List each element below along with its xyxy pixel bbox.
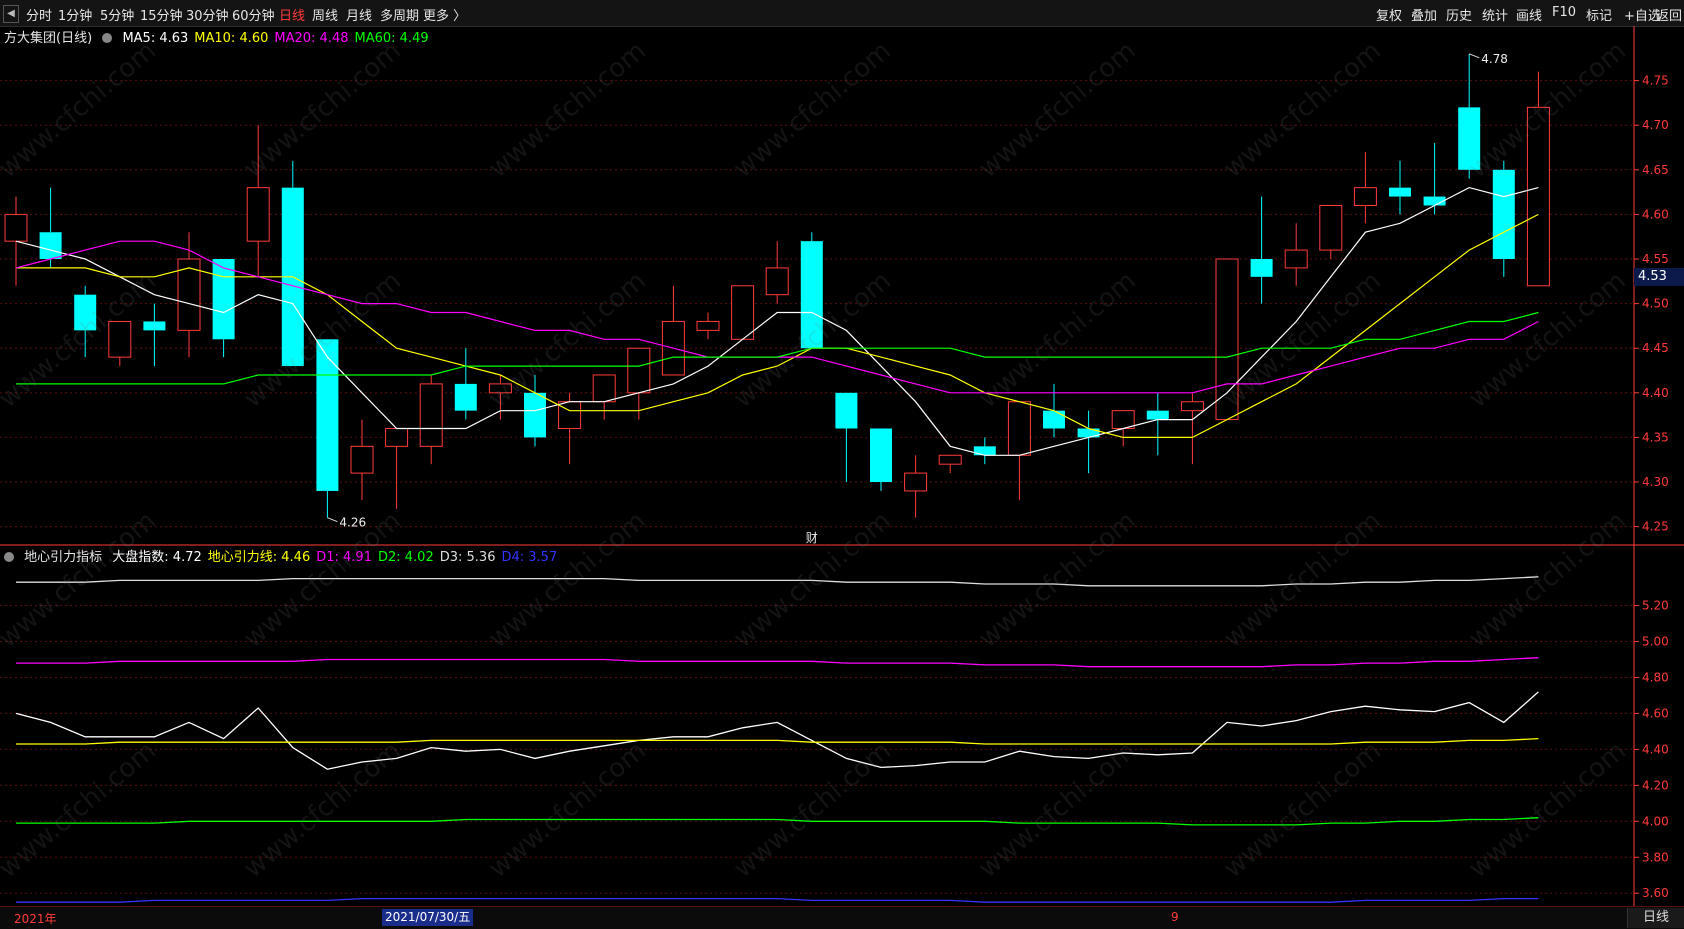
main-legend: 方大集团(日线) MA5: 4.63 MA10: 4.60 MA20: 4.48 MA… (4, 27, 435, 46)
tool-button[interactable]: F10 (1552, 5, 1576, 20)
legend-item: D3: 5.36 (439, 550, 496, 565)
legend-item: 地心引力线: 4.46 (207, 550, 311, 565)
tool-button[interactable]: 叠加 (1411, 5, 1437, 24)
settings-dot-icon[interactable] (4, 552, 14, 562)
y-tick-label: 4.25 (1642, 520, 1669, 534)
period-tab[interactable]: 多周期 (380, 5, 419, 24)
candle-body (1353, 187, 1377, 206)
candle-body (1007, 401, 1031, 456)
candle-body (592, 374, 616, 403)
period-tab[interactable]: 5分钟 (100, 5, 134, 24)
indicator-line (16, 737, 1539, 745)
y-tick-label: 4.45 (1642, 341, 1669, 355)
candle-body (1180, 401, 1204, 412)
cursor-date-label: 2021/07/30/五 (382, 909, 474, 926)
candle-body (39, 232, 62, 260)
annotation-leader (327, 517, 338, 523)
candle-body (1284, 249, 1308, 269)
period-tab[interactable]: 1分钟 (58, 5, 92, 24)
candle-body (350, 445, 374, 474)
legend-item: D4: 3.57 (501, 550, 558, 565)
y-tick-label: 4.40 (1642, 742, 1669, 756)
indicator-line (16, 657, 1539, 668)
candle-body (316, 339, 339, 491)
y-tick-label: 4.60 (1642, 207, 1669, 221)
y-tick-label: 4.65 (1642, 163, 1669, 177)
y-tick-label: 4.75 (1642, 74, 1669, 88)
candle-body (1250, 259, 1273, 277)
y-tick-label: 4.50 (1642, 297, 1669, 311)
y-tick-label: 5.20 (1642, 599, 1669, 613)
tool-button[interactable]: 画线 (1516, 5, 1542, 24)
settings-dot-icon[interactable] (102, 33, 113, 43)
period-tab[interactable]: 更多 〉 (423, 5, 466, 24)
current-price-tag: 4.53 (1634, 267, 1684, 286)
y-tick-label: 3.80 (1642, 850, 1669, 864)
indicator-line (16, 897, 1539, 903)
candle-body (731, 285, 755, 340)
tool-button[interactable]: 返回 (1656, 5, 1682, 24)
y-tick-label: 4.30 (1642, 475, 1669, 489)
candle-body (1077, 428, 1100, 438)
y-tick-label: 4.80 (1642, 670, 1669, 684)
candle-body (212, 259, 235, 340)
candle-body (765, 267, 789, 296)
candle-body (904, 472, 928, 492)
annotation-leader (1469, 53, 1480, 59)
period-toolbar: ◀ 分时 1分钟 5分钟 15分钟 30分钟 60分钟 日线 周线 月线 多周期 更多 〉 复权 叠加… (0, 0, 1684, 27)
candle-body (1319, 204, 1343, 251)
candle-body (1389, 187, 1411, 197)
candle-body (143, 321, 166, 331)
year-label: 2021年 (14, 912, 57, 926)
y-tick-label: 5.00 (1642, 635, 1669, 649)
y-tick-label: 3.60 (1642, 886, 1669, 900)
candle-body (524, 392, 546, 438)
candle-body (835, 392, 858, 429)
candle-body (1043, 410, 1065, 429)
period-tab[interactable]: 月线 (346, 5, 372, 24)
y-tick-label: 4.35 (1642, 430, 1669, 444)
tool-button[interactable]: 复权 (1376, 5, 1402, 24)
y-tick-label: 4.20 (1642, 778, 1669, 792)
period-tab[interactable]: 日线 (279, 5, 305, 24)
back-arrow-icon[interactable]: ◀ (3, 5, 19, 23)
candle-body (1492, 169, 1515, 260)
candle-body (973, 446, 996, 456)
y-tick-label: 4.00 (1642, 814, 1669, 828)
indicator-line (15, 691, 1539, 770)
y-tick-label: 4.55 (1642, 252, 1669, 266)
legend-item: D2: 4.02 (377, 550, 434, 565)
candle-body (558, 401, 582, 429)
mark-button[interactable]: 标记 (1586, 5, 1612, 24)
candle-body (938, 454, 962, 465)
main-title: 方大集团(日线) (4, 31, 93, 46)
candle-body (1111, 410, 1135, 429)
candle-body (454, 383, 477, 411)
month-label: 9 (1171, 910, 1179, 924)
time-axis-bar: 2021年 2021/07/30/五 9 日线 (0, 906, 1684, 929)
candle-body (1146, 410, 1169, 420)
candle-body (385, 427, 409, 447)
period-tab[interactable]: 30分钟 (186, 5, 229, 24)
candle-body (696, 320, 720, 331)
daily-period-button[interactable]: 日线 (1627, 908, 1684, 928)
period-tab[interactable]: 周线 (312, 5, 338, 24)
event-marker: 财 (806, 531, 818, 545)
period-tab[interactable]: 60分钟 (232, 5, 275, 24)
y-tick-label: 4.60 (1642, 706, 1669, 720)
y-tick-label: 4.40 (1642, 386, 1669, 400)
price-annotation: 4.78 (1481, 52, 1508, 66)
y-tick-label: 4.70 (1642, 118, 1669, 132)
tool-button[interactable]: 统计 (1482, 5, 1508, 24)
candle-body (419, 383, 443, 447)
period-tab[interactable]: 分时 (26, 5, 52, 24)
candle-body (246, 187, 270, 242)
legend-item: MA10: 4.60 (194, 31, 269, 46)
tool-button[interactable]: 历史 (1446, 5, 1472, 24)
period-tab[interactable]: 15分钟 (140, 5, 183, 24)
legend-item: MA20: 4.48 (274, 31, 349, 46)
candle-body (627, 347, 651, 394)
candle-body (4, 213, 28, 242)
candle-body (870, 428, 892, 483)
